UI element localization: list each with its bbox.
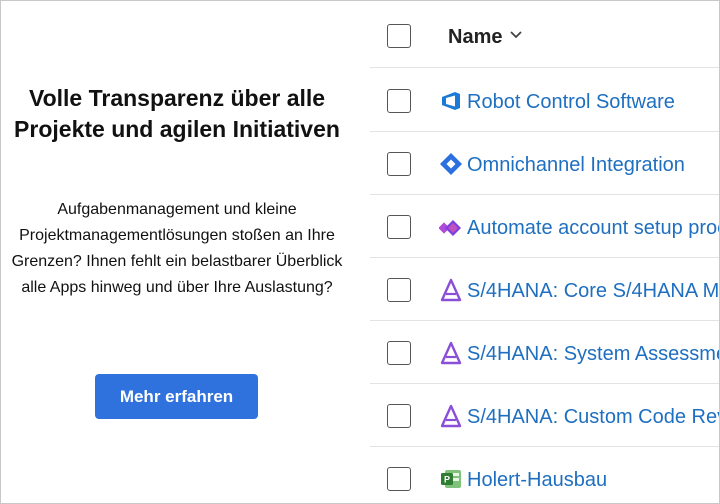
- row-name-link[interactable]: Holert-Hausbau: [467, 469, 607, 492]
- row-checkbox[interactable]: [387, 89, 411, 113]
- planner-icon: [439, 220, 461, 236]
- row-name-link[interactable]: Automate account setup process: [467, 217, 719, 240]
- row-checkbox[interactable]: [387, 341, 411, 365]
- ms-project-icon: P: [441, 470, 461, 488]
- name-column-header[interactable]: Name: [448, 26, 502, 49]
- table-row[interactable]: P Holert-Hausbau: [370, 447, 719, 503]
- promo-description: Aufgabenmanagement und kleine Projektman…: [11, 201, 343, 296]
- azure-devops-icon: [442, 92, 460, 110]
- row-name-link[interactable]: Omnichannel Integration: [467, 154, 685, 177]
- table-row[interactable]: Automate account setup process: [370, 195, 719, 258]
- table-row[interactable]: Omnichannel Integration: [370, 132, 719, 195]
- table-row[interactable]: S/4HANA: Core S/4HANA Migration: [370, 258, 719, 321]
- table-row[interactable]: Robot Control Software: [370, 69, 719, 132]
- table-header-row: Name: [370, 1, 719, 68]
- row-name-link[interactable]: S/4HANA: Core S/4HANA Migration: [467, 280, 719, 303]
- promo-panel: Volle Transparenz über alle Projekte und…: [1, 1, 370, 503]
- triangle-logo-icon: [440, 404, 462, 428]
- jira-diamond-icon: [440, 153, 462, 175]
- triangle-logo-icon: [440, 278, 462, 302]
- table-row[interactable]: S/4HANA: Custom Code Review: [370, 384, 719, 447]
- row-name-link[interactable]: Robot Control Software: [467, 91, 675, 114]
- row-checkbox[interactable]: [387, 215, 411, 239]
- row-name-link[interactable]: S/4HANA: System Assessment: [467, 343, 719, 366]
- row-checkbox[interactable]: [387, 404, 411, 428]
- svg-text:P: P: [444, 475, 450, 485]
- row-checkbox[interactable]: [387, 278, 411, 302]
- row-checkbox[interactable]: [387, 467, 411, 491]
- project-table: Name Robot Control Software Omnichannel …: [370, 1, 719, 503]
- chevron-down-icon[interactable]: [509, 28, 523, 42]
- select-all-checkbox[interactable]: [387, 24, 411, 48]
- row-checkbox[interactable]: [387, 152, 411, 176]
- learn-more-button[interactable]: Mehr erfahren: [95, 374, 258, 419]
- table-row[interactable]: S/4HANA: System Assessment: [370, 321, 719, 384]
- row-name-link[interactable]: S/4HANA: Custom Code Review: [467, 406, 719, 429]
- triangle-logo-icon: [440, 341, 462, 365]
- promo-headline: Volle Transparenz über alle Projekte und…: [14, 85, 340, 142]
